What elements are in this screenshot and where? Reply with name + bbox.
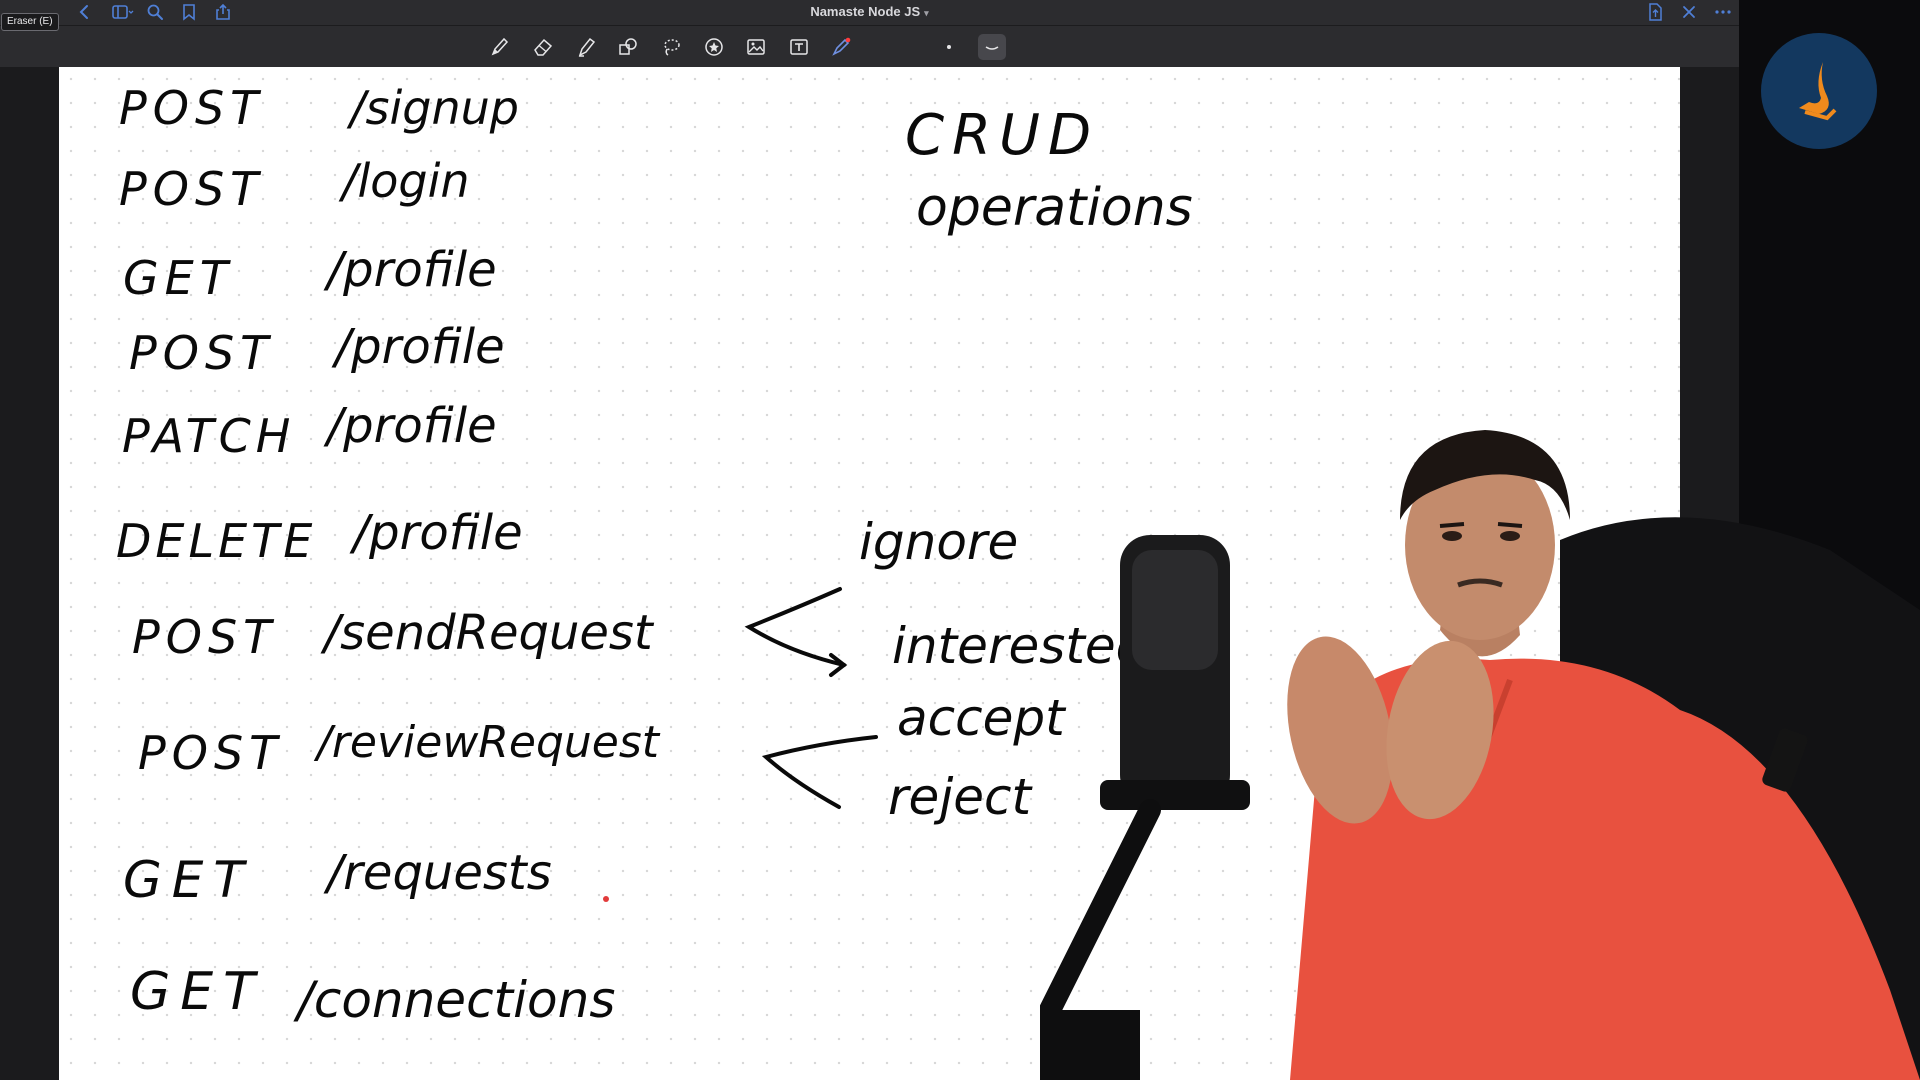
- more-icon[interactable]: [1712, 1, 1734, 23]
- document-title-text: Namaste Node JS: [810, 4, 921, 19]
- route-method: GET: [130, 962, 265, 1022]
- route-path: /signup: [346, 81, 519, 135]
- image-icon[interactable]: [742, 34, 770, 60]
- eraser-icon[interactable]: [529, 34, 557, 60]
- route-method: PATCH: [122, 409, 295, 463]
- left-margin: [0, 67, 59, 1080]
- sticker-icon[interactable]: [700, 34, 728, 60]
- export-icon[interactable]: [1644, 1, 1666, 23]
- tooltip: Eraser (E): [1, 13, 59, 31]
- crud-heading: CRUD: [905, 103, 1099, 168]
- flame-icon: [1799, 62, 1837, 121]
- highlighter-icon[interactable]: [572, 34, 600, 60]
- option-ignore: ignore: [859, 513, 1018, 571]
- route-method: GET: [123, 851, 254, 909]
- presenter-video: [1040, 430, 1920, 1080]
- lasso-icon[interactable]: [657, 34, 685, 60]
- close-icon[interactable]: [1678, 1, 1700, 23]
- drawing-toolbar: [0, 26, 1739, 67]
- document-title[interactable]: Namaste Node JS ▾: [0, 4, 1739, 19]
- route-path: /profile: [323, 398, 497, 454]
- route-path: /login: [338, 154, 470, 208]
- route-method: DELETE: [116, 514, 316, 568]
- laser-dot: [603, 896, 609, 902]
- route-row: PATCH /profile: [122, 398, 497, 463]
- route-path: /connections: [293, 971, 615, 1029]
- route-path: /profile: [323, 242, 497, 298]
- route-row: GET /profile: [123, 242, 497, 305]
- route-method: POST: [129, 326, 274, 380]
- route-path: /sendRequest: [320, 605, 655, 661]
- title-bar: Namaste Node JS ▾: [0, 0, 1739, 26]
- stroke-style-icon[interactable]: [978, 34, 1006, 60]
- route-path: /profile: [349, 505, 523, 561]
- route-row: GET /requests: [123, 845, 552, 909]
- chevron-down-icon: ▾: [924, 8, 929, 18]
- route-path: /profile: [331, 319, 505, 375]
- route-method: POST: [132, 610, 277, 664]
- route-method: POST: [119, 162, 264, 216]
- pen-icon[interactable]: [486, 34, 514, 60]
- route-path: /requests: [323, 845, 552, 901]
- route-row: POST /profile: [129, 319, 505, 380]
- text-icon[interactable]: [785, 34, 813, 60]
- route-row: POST /login: [119, 154, 470, 216]
- route-row: POST /reviewRequest: [138, 717, 661, 780]
- route-row: POST /sendRequest: [132, 605, 655, 664]
- route-row: GET /connections: [130, 962, 615, 1029]
- crud-subheading: operations: [916, 178, 1193, 238]
- branch-arrow: [761, 735, 878, 809]
- route-method: GET: [123, 251, 234, 305]
- route-method: POST: [119, 81, 264, 135]
- route-method: POST: [138, 726, 283, 780]
- route-path: /reviewRequest: [313, 717, 661, 768]
- option-reject: reject: [888, 768, 1033, 826]
- laser-pointer-icon[interactable]: [827, 34, 855, 60]
- route-row: DELETE /profile: [116, 505, 523, 568]
- channel-logo: [1761, 33, 1877, 149]
- shapes-icon[interactable]: [614, 34, 642, 60]
- pen-size-dot[interactable]: [935, 34, 963, 60]
- route-row: POST /signup: [119, 81, 519, 135]
